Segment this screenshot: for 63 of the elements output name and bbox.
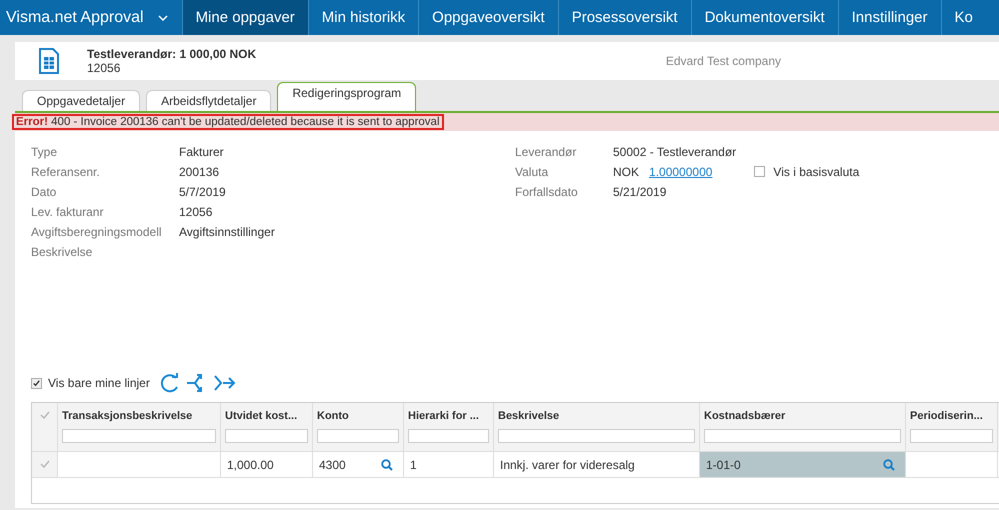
field-label: Referansenr.	[31, 164, 101, 178]
nav-tab[interactable]: Innstillinger	[838, 0, 942, 35]
search-icon[interactable]	[381, 458, 393, 470]
cell-text: 1-01-0	[706, 458, 741, 472]
field-value: 12056	[179, 204, 212, 218]
field-label: Valuta	[515, 164, 550, 178]
column-header[interactable]: Konto	[317, 409, 349, 423]
cell-text: 1,000.00	[227, 458, 274, 472]
filter-field[interactable]	[408, 429, 489, 443]
tab[interactable]: Oppgavedetaljer	[22, 90, 140, 111]
field-value: Fakturer	[179, 144, 224, 158]
company-name: Edvard Test company	[666, 54, 781, 68]
field-value: Avgiftsinnstillinger	[179, 224, 275, 238]
filter-field[interactable]	[910, 429, 993, 443]
field-label: Beskrivelse	[31, 244, 94, 258]
column-header[interactable]: Periodiserin...	[910, 409, 983, 423]
field-value: 50002 - Testleverandør	[613, 144, 736, 158]
checkbox-label: Vis i basisvaluta	[773, 164, 860, 178]
field-label: Avgiftsberegningsmodell	[31, 224, 163, 238]
checkbox[interactable]	[754, 166, 766, 177]
chevron-down-icon	[158, 14, 168, 20]
check-icon	[40, 411, 50, 419]
filter-field[interactable]	[317, 429, 399, 443]
nav-tab[interactable]: Oppgaveoversikt	[419, 0, 559, 35]
nav-tab[interactable]: Mine oppgaver	[182, 0, 309, 35]
field-label: Type	[31, 144, 58, 158]
error-message: Error! 400 - Invoice 200136 can't be updated/deleted because it is sent to approval	[12, 114, 444, 130]
cell-text: 1	[410, 458, 417, 472]
column-header[interactable]: Utvidet kost...	[225, 409, 298, 423]
cell-text: Innkj. varer for videresalg	[500, 458, 635, 472]
nav-tab[interactable]: Prosessoversikt	[558, 0, 692, 35]
spreadsheet-icon	[39, 48, 59, 74]
field-value: 200136	[179, 164, 220, 178]
cell-text: 4300	[319, 458, 346, 472]
refresh-icon[interactable]	[160, 373, 180, 393]
checkbox-label: Vis bare mine linjer	[48, 376, 150, 390]
nav-tab[interactable]: Ko	[942, 0, 975, 35]
field-label: Forfallsdato	[515, 184, 579, 198]
field-label: Leverandør	[515, 144, 578, 158]
merge-icon[interactable]	[214, 373, 236, 393]
document-title: Testleverandør: 1 000,00 NOK	[87, 47, 256, 61]
column-header[interactable]: Beskrivelse	[498, 409, 560, 423]
field-label: Dato	[31, 184, 58, 198]
field-value: 5/7/2019	[179, 184, 226, 198]
tab[interactable]: Arbeidsflytdetaljer	[146, 90, 272, 111]
column-header[interactable]: Transaksjonsbeskrivelse	[62, 409, 192, 423]
nav-tab[interactable]: Dokumentoversikt	[692, 0, 839, 35]
checkbox[interactable]	[31, 378, 42, 388]
column-header[interactable]: Hierarki for ...	[408, 409, 479, 423]
field-value: NOK	[613, 164, 640, 178]
tab[interactable]: Redigeringsprogram	[277, 82, 416, 111]
field-label: Lev. fakturanr	[31, 204, 104, 218]
filter-field[interactable]	[704, 429, 901, 443]
document-number: 12056	[87, 61, 122, 75]
column-header[interactable]: Kostnadsbærer	[704, 409, 786, 423]
filter-field[interactable]	[225, 429, 308, 443]
search-icon[interactable]	[883, 458, 895, 470]
filter-field[interactable]	[498, 429, 695, 443]
field-value: 5/21/2019	[613, 184, 666, 198]
nav-tab[interactable]: Min historikk	[308, 0, 420, 35]
filter-field[interactable]	[62, 429, 216, 443]
check-icon	[40, 460, 50, 468]
exchange-rate-link[interactable]: 1.00000000	[649, 164, 712, 178]
